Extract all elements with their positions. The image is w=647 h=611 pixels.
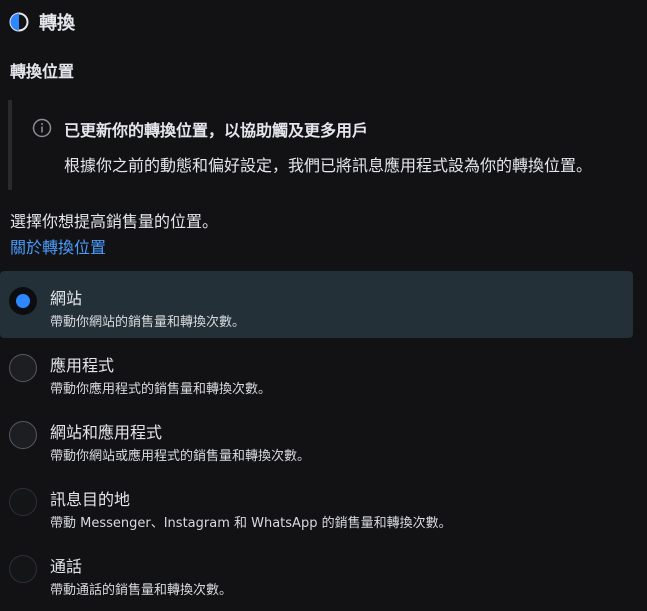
option-label: 網站和應用程式 — [50, 423, 163, 442]
radio-button[interactable] — [9, 421, 37, 449]
option-description: 帶動你應用程式的銷售量和轉換次數。 — [50, 382, 272, 397]
option-description: 帶動你網站的銷售量和轉換次數。 — [50, 315, 246, 330]
conversion-location-options: 網站 帶動你網站的銷售量和轉換次數。 應用程式 帶動你應用程式的銷售量和轉換次數… — [0, 271, 647, 606]
option-description: 帶動你網站或應用程式的銷售量和轉換次數。 — [50, 449, 311, 464]
notice-body: 根據你之前的動態和偏好設定，我們已將訊息應用程式設為你的轉換位置。 — [64, 156, 593, 175]
info-circle-icon — [32, 118, 52, 138]
radio-button[interactable] — [9, 555, 37, 583]
option-calls[interactable]: 通話 帶動通話的銷售量和轉換次數。 — [0, 539, 633, 606]
option-label: 訊息目的地 — [50, 490, 131, 509]
option-website-and-app[interactable]: 網站和應用程式 帶動你網站或應用程式的銷售量和轉換次數。 — [0, 405, 633, 472]
option-description: 帶動通話的銷售量和轉換次數。 — [50, 583, 233, 598]
option-label: 網站 — [50, 289, 83, 308]
option-messaging-destination[interactable]: 訊息目的地 帶動 Messenger、Instagram 和 WhatsApp … — [0, 472, 633, 539]
section-header: 轉換 — [9, 8, 75, 36]
page-title: 轉換 — [39, 13, 75, 34]
option-website[interactable]: 網站 帶動你網站的銷售量和轉換次數。 — [0, 271, 633, 338]
radio-button[interactable] — [9, 287, 37, 315]
option-label: 應用程式 — [50, 356, 115, 375]
option-description: 帶動 Messenger、Instagram 和 WhatsApp 的銷售量和轉… — [50, 516, 452, 531]
contrast-half-circle-icon — [9, 12, 29, 32]
conversion-location-heading: 轉換位置 — [10, 62, 75, 81]
option-app[interactable]: 應用程式 帶動你應用程式的銷售量和轉換次數。 — [0, 338, 633, 405]
selection-prompt: 選擇你想提高銷售量的位置。 — [10, 212, 219, 231]
notice-title: 已更新你的轉換位置，以協助觸及更多用戶 — [64, 121, 369, 140]
option-label: 通話 — [50, 557, 83, 576]
radio-button[interactable] — [9, 354, 37, 382]
radio-button[interactable] — [9, 488, 37, 516]
about-conversion-location-link[interactable]: 關於轉換位置 — [10, 234, 106, 258]
info-notice: 已更新你的轉換位置，以協助觸及更多用戶 根據你之前的動態和偏好設定，我們已將訊息… — [8, 100, 642, 190]
